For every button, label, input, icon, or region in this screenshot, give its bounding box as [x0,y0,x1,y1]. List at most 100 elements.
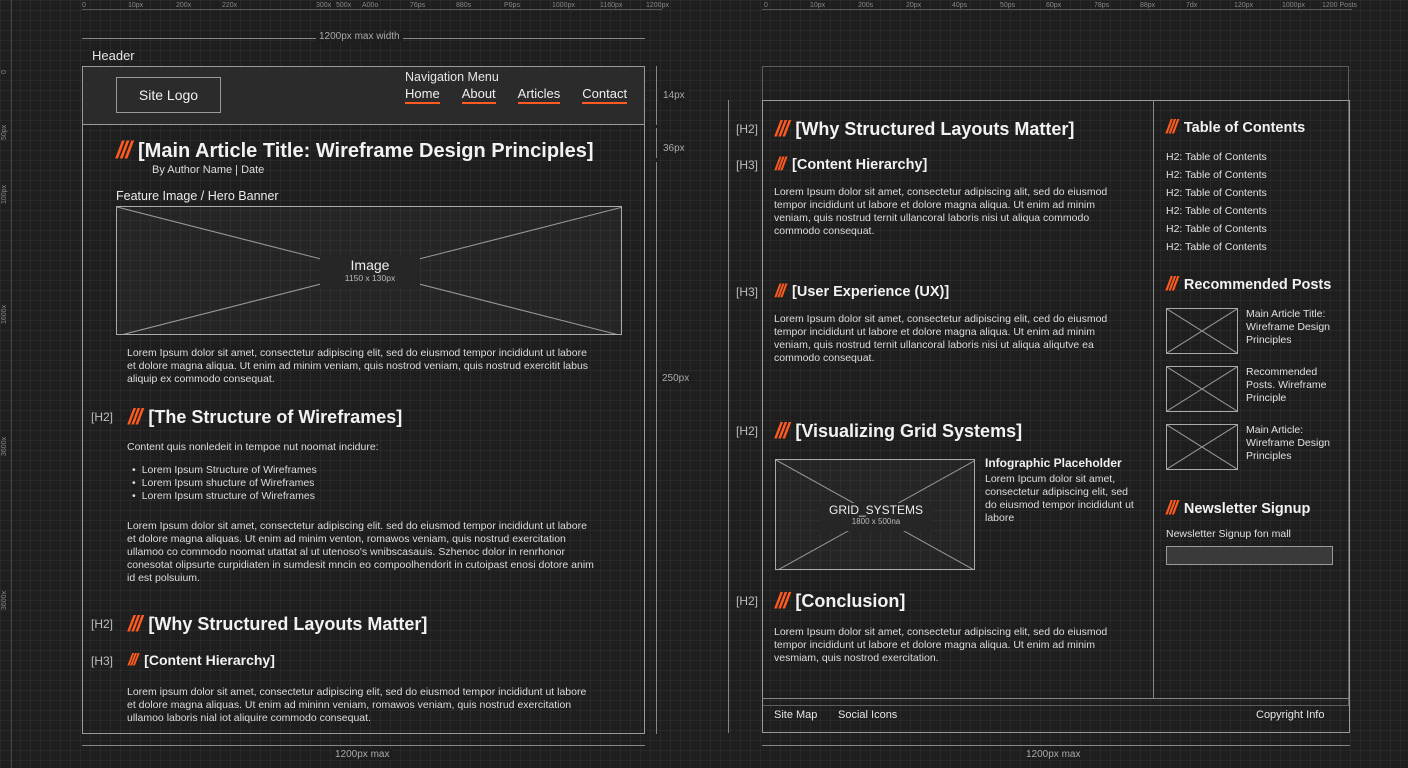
section-heading-grid-systems: /// [Visualizing Grid Systems] [775,418,1022,444]
ruler-tick: 88px [1140,2,1156,9]
ruler-tick: 78ps [1094,2,1110,9]
gap-dimension-label: 36px [660,143,688,154]
recommended-post-title: Main Article: Wireframe Design Principle… [1246,424,1331,462]
thumbnail-placeholder [1166,424,1238,470]
ruler-tick: 1000px [552,2,575,9]
toc-item[interactable]: H2: Table of Contents [1166,166,1267,184]
ruler-tick: 76ps [410,2,426,9]
footer-site-map[interactable]: Site Map [774,709,817,721]
list-item: • Lorem Ipsum shucture of Wireframes [132,477,315,489]
site-logo-text: Site Logo [138,87,199,103]
list-item: • Lorem Ipsum Structure of Wireframes [132,464,317,476]
toc-item[interactable]: H2: Table of Contents [1166,220,1267,238]
hero-image-caption: Image 1150 x 130px [320,255,420,289]
header-height-dimension [656,66,657,125]
sidebar-heading-text: Table of Contents [1183,120,1306,136]
recommended-post[interactable]: Main Article: Wireframe Design Principle… [1166,424,1344,470]
toc-item[interactable]: H2: Table of Contents [1166,202,1267,220]
site-logo[interactable]: Site Logo [116,77,221,113]
accent-slashes: /// [775,154,786,174]
grid-image-size: 1800 x 500na [851,517,901,526]
width-dimension-label: 1200px max width [316,31,403,42]
h2-tag: [H2] [736,122,759,136]
section-heading-text: [Why Structured Layouts Matter] [795,118,1075,139]
bullet-list: • Lorem Ipsum Structure of Wireframes • Lo… [132,464,317,503]
ruler-tick: 40ps [952,2,968,9]
infographic-title: Infographic Placeholder [985,456,1122,470]
h3-tag: [H3] [91,654,114,668]
toc-item[interactable]: H2: Table of Contents [1166,238,1267,256]
ruler-tick: 0 [82,2,86,9]
section-paragraph: Lorem Ipsum dolor sit amet, consectetur … [774,186,1108,237]
ruler-tick: 3600x [1,590,8,610]
gap-dimension [656,128,657,158]
grid-image-label: GRID_SYSTEMS [828,503,924,517]
ruler-tick: 1160px [600,2,623,9]
footer-social-icons[interactable]: Social Icons [838,709,897,721]
accent-slashes: /// [128,611,142,636]
ruler-tick: 10px [128,2,144,9]
table-of-contents: H2: Table of Contents H2: Table of Conte… [1166,148,1267,256]
ruler-tick: 1200px [646,2,669,9]
ruler-tick: P0ps [504,2,520,9]
infographic-text: Lorem Ipcum dolor sit amet, consectetur … [985,473,1134,524]
top-ruler-left: 0 10px 200x 220x 300x 500x A00o 76ps 880… [82,0,669,10]
h2-tag: [H2] [736,594,759,608]
ruler-tick: 7dx [1186,2,1198,9]
ruler-tick: 50px [1,124,8,140]
grid-image-caption: GRID_SYSTEMS 1800 x 500na [820,503,932,531]
recommended-post[interactable]: Main Article Title: Wireframe Design Pri… [1166,308,1344,354]
ruler-tick: 60px [1046,2,1062,9]
main-article-title-text: [Main Article Title: Wireframe Design Pr… [138,139,594,162]
section-heading-text: [Visualizing Grid Systems] [795,420,1023,441]
list-item-text: Lorem Ipsum Structure of Wireframes [141,464,317,476]
right-bottom-width-dimension [762,745,1350,746]
accent-slashes: /// [775,116,789,141]
sidebar-heading-text: Newsletter Signup [1183,501,1311,517]
subsection-heading-text: [Content Hierarchy] [792,156,928,173]
nav-contact[interactable]: Contact [582,86,628,104]
ruler-tick: 1000px [1282,2,1305,9]
hero-image-size: 1150 x 130px [344,273,396,283]
ruler-tick: 120px [1234,2,1254,9]
section-heading-why-layouts: /// [Why Structured Layouts Matter] [775,116,1074,142]
nav-articles[interactable]: Articles [517,86,561,104]
navigation-menu: Home About Articles Contact [405,86,628,104]
right-height-dimension [728,100,729,733]
toc-item[interactable]: H2: Table of Contents [1166,148,1267,166]
left-ruler: 0 50px 100px 1600x 3600x 3600x [0,0,12,768]
newsletter-email-input[interactable] [1166,546,1333,565]
nav-about[interactable]: About [461,86,496,104]
h2-tag: [H2] [91,410,114,424]
sidebar-heading-text: Recommended Posts [1183,277,1332,293]
h2-tag: [H2] [736,424,759,438]
ruler-tick: 500x [336,2,352,9]
list-item: • Lorem Ipsum structure of Wireframes [132,490,315,502]
toc-item[interactable]: H2: Table of Contents [1166,184,1267,202]
grid-systems-image-placeholder: GRID_SYSTEMS 1800 x 500na [775,459,975,570]
content-height-label: 250px [659,373,693,384]
accent-slashes: /// [1166,498,1178,519]
bottom-width-dimension [82,745,645,746]
ruler-tick: 20px [906,2,922,9]
bottom-width-label: 1200px max [332,749,393,760]
hero-image-placeholder: Image 1150 x 130px [116,206,622,335]
ruler-tick: 1600x [1,304,8,324]
subsection-heading-text: [User Experience (UX)] [792,283,950,300]
ruler-tick: 1200 Posts [1322,2,1358,9]
h3-tag: [H3] [736,158,759,172]
list-item-text: Lorem Ipsum structure of Wireframes [141,490,315,502]
right-bottom-width-label: 1200px max [1023,749,1084,760]
section-intro: Content quis nonledeit in tempoe nut noo… [127,441,379,453]
header-label: Header [92,48,135,63]
recommended-post[interactable]: Recommended Posts. Wireframe Principle [1166,366,1344,412]
recommended-post-title: Main Article Title: Wireframe Design Pri… [1246,308,1331,346]
thumbnail-placeholder [1166,308,1238,354]
ruler-tick: 10px [810,2,826,9]
accent-slashes: /// [1166,274,1178,295]
nav-home[interactable]: Home [405,86,440,104]
subsection-heading-text: [Content Hierarchy] [144,652,275,668]
content-height-dimension [656,162,657,734]
accent-slashes: /// [775,281,786,301]
ruler-tick: 300x [316,2,332,9]
